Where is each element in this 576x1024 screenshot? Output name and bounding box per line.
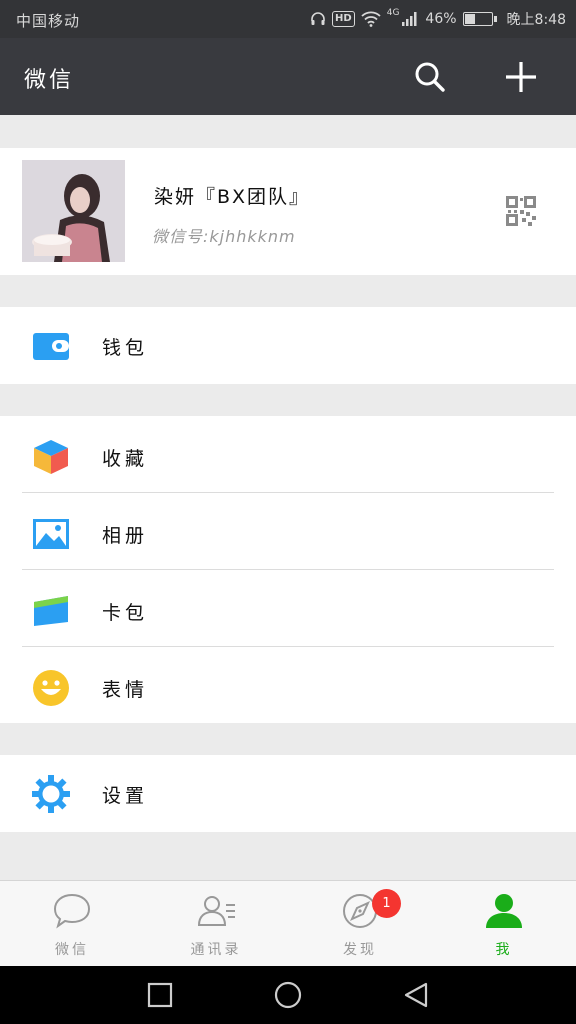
divider	[22, 569, 554, 570]
square-icon	[147, 982, 173, 1008]
settings-section: 设置	[0, 755, 576, 832]
carrier-label: 中国移动	[16, 12, 81, 30]
tab-contacts[interactable]: 通讯录	[144, 881, 288, 967]
home-button[interactable]	[273, 980, 303, 1010]
status-indicators: HD 4G 46% 晚上8:48	[310, 8, 566, 29]
signal-icon	[402, 12, 417, 26]
contacts-icon	[194, 891, 238, 931]
menu-item-label: 钱包	[102, 337, 149, 359]
headphone-icon	[311, 12, 325, 25]
clock: 晚上8:48	[506, 12, 566, 28]
profile-wechat-id: 微信号:kjhhkknm	[152, 227, 296, 246]
wallet-section: 钱包	[0, 307, 576, 384]
profile-nickname: 染妍『BX团队』	[154, 186, 311, 208]
wifi-icon	[361, 11, 381, 27]
cube-icon	[32, 438, 70, 476]
bottom-tab-bar: 微信 通讯录 1 发现 我	[0, 880, 576, 966]
features-section: 收藏 相册 卡包 表情	[0, 416, 576, 723]
chat-bubble-icon	[50, 891, 94, 931]
card-icon	[32, 592, 70, 630]
battery-icon	[462, 12, 497, 26]
tab-chats[interactable]: 微信	[0, 881, 144, 967]
add-button[interactable]	[499, 55, 543, 99]
avatar	[22, 160, 125, 262]
menu-item-label: 设置	[102, 785, 149, 807]
qr-code-icon[interactable]	[506, 196, 536, 226]
header-bar: 微信	[0, 38, 576, 115]
tab-label: 通讯录	[190, 942, 242, 958]
battery-percent: 46%	[425, 11, 457, 27]
menu-item-wallet[interactable]: 钱包	[0, 307, 576, 384]
back-button[interactable]	[401, 980, 431, 1010]
person-icon	[482, 891, 526, 931]
tab-label: 我	[495, 942, 513, 958]
search-icon	[415, 62, 445, 92]
smiley-icon	[32, 669, 70, 707]
profile-card[interactable]: 染妍『BX团队』 微信号:kjhhkknm	[0, 148, 576, 275]
hd-badge: HD	[332, 11, 355, 27]
gear-icon	[32, 775, 70, 813]
menu-item-label: 收藏	[102, 448, 149, 470]
search-button[interactable]	[408, 55, 452, 99]
photo-icon	[32, 515, 70, 553]
menu-item-cards[interactable]: 卡包	[0, 572, 576, 649]
page-title: 微信	[24, 68, 75, 93]
menu-item-album[interactable]: 相册	[0, 495, 576, 572]
menu-item-label: 相册	[102, 525, 149, 547]
plus-icon	[506, 62, 536, 92]
divider	[22, 492, 554, 493]
wallet-icon	[32, 327, 70, 365]
menu-item-label: 卡包	[102, 602, 149, 624]
menu-item-stickers[interactable]: 表情	[0, 649, 576, 726]
tab-discover[interactable]: 1 发现	[288, 881, 432, 967]
divider	[22, 646, 554, 647]
circle-icon	[274, 981, 302, 1009]
tab-label: 发现	[343, 942, 377, 958]
recent-apps-button[interactable]	[145, 980, 175, 1010]
menu-item-favorites[interactable]: 收藏	[0, 418, 576, 495]
tab-me[interactable]: 我	[432, 881, 576, 967]
network-type: 4G	[386, 8, 400, 18]
menu-item-settings[interactable]: 设置	[0, 755, 576, 832]
battery-level-fill	[464, 14, 476, 24]
tab-label: 微信	[55, 942, 89, 958]
system-nav-bar	[0, 966, 576, 1024]
status-bar: 中国移动 HD 4G 46% 晚上8:48	[0, 0, 576, 38]
menu-item-label: 表情	[102, 679, 149, 701]
notification-badge: 1	[372, 889, 401, 918]
triangle-back-icon	[404, 982, 428, 1008]
